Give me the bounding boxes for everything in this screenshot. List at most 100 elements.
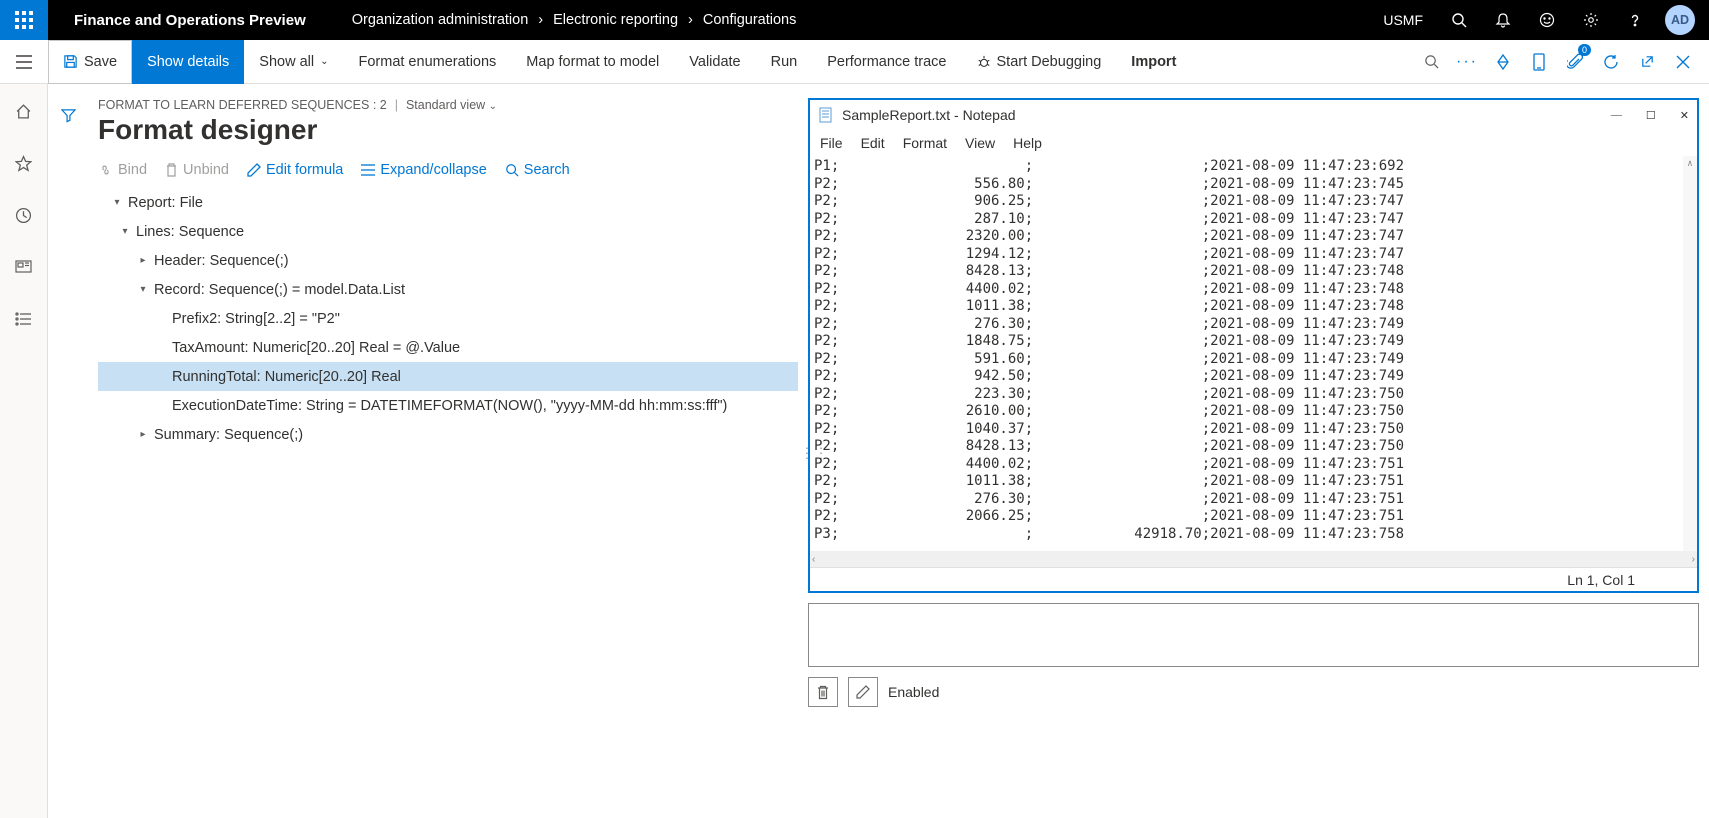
save-icon [63,54,78,69]
show-details-button[interactable]: Show details [132,40,244,84]
edit-formula-button[interactable]: Edit formula [247,162,343,178]
modules-icon[interactable] [0,302,48,336]
menu-view[interactable]: View [965,135,995,151]
show-all-label: Show all [259,54,314,70]
collapse-icon[interactable]: ▾ [108,197,126,208]
cmd-search-icon[interactable] [1413,40,1449,84]
breadcrumb-item[interactable]: Electronic reporting [553,12,678,28]
fe-label: Format enumerations [358,54,496,70]
right-pane: ⋮⋮ SampleReport.txt - Notepad — ☐ ✕ File… [808,98,1699,808]
tree-search-button[interactable]: Search [505,162,570,178]
tree-node[interactable]: Prefix2: String[2..2] = "P2" [98,304,798,333]
close-icon[interactable]: ✕ [1680,109,1689,122]
delete-button[interactable] [808,677,838,707]
trash-icon [816,685,830,700]
tree-node[interactable]: ▸Summary: Sequence(;) [98,420,798,449]
waffle-icon [15,11,33,29]
tree-node[interactable]: ▾Report: File [98,188,798,217]
page-sub-text: FORMAT TO LEARN DEFERRED SEQUENCES : 2 [98,98,387,112]
pencil-icon [247,163,261,177]
star-icon[interactable] [0,146,48,180]
clock-icon[interactable] [0,198,48,232]
cmd-diamond-icon[interactable] [1485,40,1521,84]
map-format-button[interactable]: Map format to model [511,40,674,84]
command-bar: Save Show details Show all⌄ Format enume… [0,40,1709,84]
tree-node[interactable]: ▾Record: Sequence(;) = model.Data.List [98,275,798,304]
expand-icon[interactable]: ▸ [134,255,152,266]
cmd-attach-icon[interactable]: 0 [1557,40,1593,84]
format-tree: ▾Report: File ▾Lines: Sequence ▸Header: … [98,188,798,449]
cmd-refresh-icon[interactable] [1593,40,1629,84]
cursor-position: Ln 1, Col 1 [1567,572,1685,588]
enabled-label: Enabled [888,684,939,700]
view-picker[interactable]: Standard view ⌄ [406,98,497,112]
collapse-icon[interactable]: ▾ [116,226,134,237]
edit-button[interactable] [848,677,878,707]
top-right: USMF AD [1371,0,1709,40]
chevron-right-icon: › [688,12,693,28]
tree-node[interactable]: TaxAmount: Numeric[20..20] Real = @.Valu… [98,333,798,362]
notepad-textarea[interactable]: P1; ; ;2021-08-09 11:47:23:692 P2; 556.8… [810,156,1697,551]
smiley-icon[interactable] [1527,0,1567,40]
gear-icon[interactable] [1571,0,1611,40]
company-label[interactable]: USMF [1371,12,1435,28]
debug-icon [977,55,991,69]
left-rail [0,84,48,818]
notepad-statusbar: Ln 1, Col 1 [810,567,1697,591]
content: FORMAT TO LEARN DEFERRED SEQUENCES : 2 |… [88,84,1709,818]
save-button[interactable]: Save [48,40,132,84]
search-icon[interactable] [1439,0,1479,40]
collapse-icon[interactable]: ▾ [134,284,152,295]
menu-edit[interactable]: Edit [861,135,885,151]
trash-icon [165,163,178,177]
unbind-button[interactable]: Unbind [165,162,229,178]
show-details-label: Show details [147,54,229,70]
top-bar: Finance and Operations Preview Organizat… [0,0,1709,40]
format-enumerations-button[interactable]: Format enumerations [343,40,511,84]
breadcrumb-item[interactable]: Organization administration [352,12,529,28]
expand-collapse-button[interactable]: Expand/collapse [361,162,486,178]
minimize-icon[interactable]: — [1611,109,1622,122]
home-icon[interactable] [0,94,48,128]
expand-icon[interactable]: ▸ [134,429,152,440]
tree-node[interactable]: ▾Lines: Sequence [98,217,798,246]
import-button[interactable]: Import [1116,40,1191,84]
validate-button[interactable]: Validate [674,40,755,84]
performance-trace-button[interactable]: Performance trace [812,40,961,84]
menu-file[interactable]: File [820,135,843,151]
breadcrumb-item[interactable]: Configurations [703,12,797,28]
show-all-button[interactable]: Show all⌄ [244,40,343,84]
notepad-menu: File Edit Format View Help [810,130,1697,156]
maximize-icon[interactable]: ☐ [1646,109,1656,122]
scrollbar-horizontal[interactable]: ‹› [810,551,1697,567]
run-label: Run [771,54,798,70]
workspace-icon[interactable] [0,250,48,284]
cmd-close-icon[interactable] [1665,40,1701,84]
avatar[interactable]: AD [1665,5,1695,35]
bell-icon[interactable] [1483,0,1523,40]
filter-icon[interactable] [44,98,92,132]
start-debugging-button[interactable]: Start Debugging [962,40,1117,84]
bind-button[interactable]: Bind [98,162,147,178]
page-subheader: FORMAT TO LEARN DEFERRED SEQUENCES : 2 |… [98,98,798,112]
help-icon[interactable] [1615,0,1655,40]
cmd-popout-icon[interactable] [1629,40,1665,84]
cmd-mobile-icon[interactable] [1521,40,1557,84]
menu-help[interactable]: Help [1013,135,1042,151]
run-button[interactable]: Run [756,40,813,84]
menu-format[interactable]: Format [903,135,947,151]
sd-label: Start Debugging [997,54,1102,70]
scrollbar-vertical[interactable]: ∧ [1683,156,1697,551]
app-title: Finance and Operations Preview [48,12,332,29]
hamburger-button[interactable] [0,40,48,84]
cmd-overflow-icon[interactable]: ··· [1449,40,1485,84]
cmdbar-right: ··· 0 [1413,40,1709,84]
tree-node[interactable]: ▸Header: Sequence(;) [98,246,798,275]
separator: | [395,98,398,112]
main: FORMAT TO LEARN DEFERRED SEQUENCES : 2 |… [0,84,1709,818]
tree-node[interactable]: ExecutionDateTime: String = DATETIMEFORM… [98,391,798,420]
waffle-button[interactable] [0,0,48,40]
tree-node-selected[interactable]: RunningTotal: Numeric[20..20] Real [98,362,798,391]
notepad-titlebar[interactable]: SampleReport.txt - Notepad — ☐ ✕ [810,100,1697,130]
formula-textarea[interactable] [808,603,1699,667]
